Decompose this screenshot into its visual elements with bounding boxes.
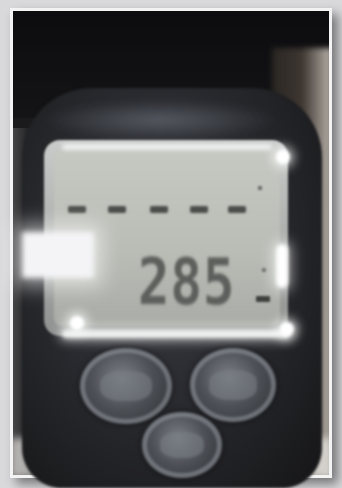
lcd-segment: [150, 206, 168, 213]
glare-dot: [280, 322, 294, 336]
lcd-segment: [108, 206, 126, 213]
meter-gloss: [40, 100, 280, 140]
button-right-icon[interactable]: [190, 348, 276, 422]
glare-right: [276, 244, 288, 288]
glare-bar: [62, 330, 290, 338]
lcd-segment: [190, 206, 208, 213]
glare-left: [22, 232, 94, 278]
lcd-segment: [228, 206, 246, 213]
lcd-mark-icon: [258, 186, 262, 190]
lcd-mark-icon: [262, 268, 266, 272]
lcd-reading: 285: [138, 246, 236, 320]
glare-dot: [276, 150, 290, 164]
lcd-segment: [68, 206, 86, 213]
button-left-icon[interactable]: [80, 348, 172, 424]
glare-dot: [70, 316, 84, 330]
lcd-segment-row: [68, 206, 268, 218]
glare-top: [62, 144, 272, 150]
button-bottom-icon[interactable]: [142, 412, 222, 478]
lcd-indicator: [256, 296, 270, 302]
